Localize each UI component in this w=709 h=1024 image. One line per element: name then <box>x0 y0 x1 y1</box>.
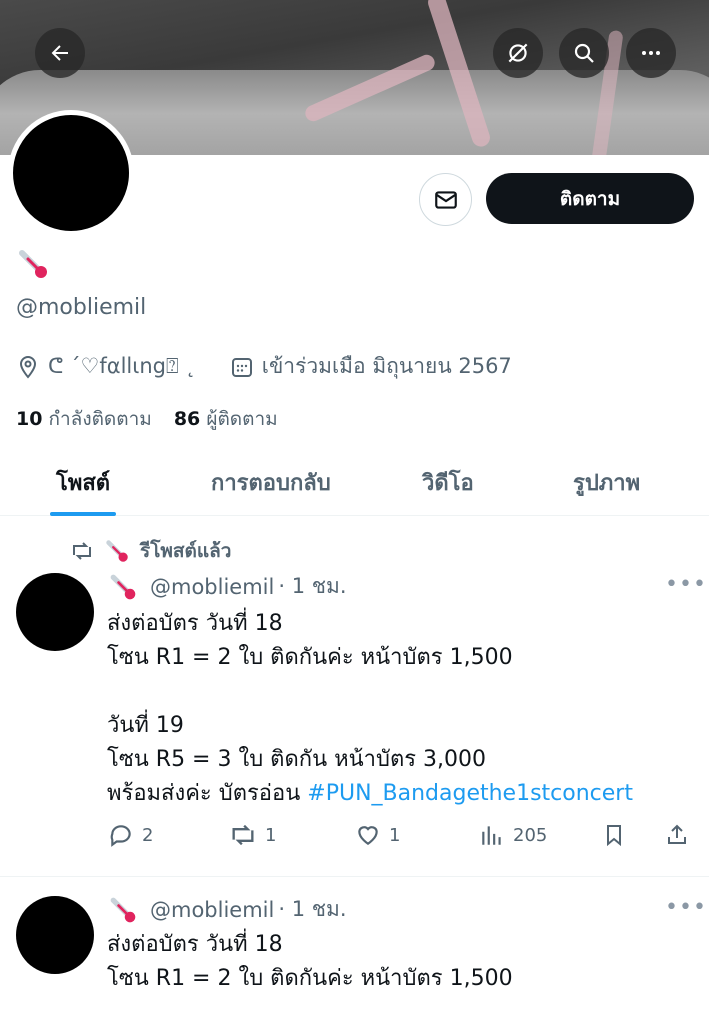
profile-tabs: โพสต์ การตอบกลับ วิดีโอ รูปภาพ <box>0 448 709 516</box>
post-text: ส่งต่อบัตร วันที่ 18 โซน R1 = 2 ใบ ติดกั… <box>107 607 633 811</box>
post-handle[interactable]: @mobliemil <box>150 898 274 922</box>
calendar-icon <box>231 357 252 377</box>
repost-count: 1 <box>265 824 277 846</box>
thermometer-icon <box>19 250 47 278</box>
tab-posts[interactable]: โพสต์ <box>50 448 117 516</box>
tab-label: การตอบกลับ <box>211 470 331 496</box>
thermometer-icon <box>106 540 128 562</box>
post-more-button[interactable]: ••• <box>665 572 707 597</box>
follow-counts: 10 กำลังติดตาม 86 ผู้ติดตาม <box>16 404 278 434</box>
view-count: 205 <box>513 824 548 846</box>
post-handle[interactable]: @mobliemil <box>150 575 274 599</box>
following-count: 10 <box>16 408 43 430</box>
share-icon <box>668 824 686 844</box>
reply-icon <box>110 825 131 847</box>
more-options-button[interactable] <box>626 28 676 78</box>
profile-avatar[interactable] <box>8 110 134 236</box>
post-text-content: ส่งต่อบัตร วันที่ 18 โซน R1 = 2 ใบ ติดกั… <box>107 611 513 806</box>
followers-link[interactable]: 86 ผู้ติดตาม <box>174 404 278 434</box>
repost-icon <box>232 824 254 846</box>
post-text-content: ส่งต่อบัตร วันที่ 18 โซน R1 = 2 ใบ ติดกั… <box>107 932 513 991</box>
tab-replies[interactable]: การตอบกลับ <box>211 448 331 516</box>
joined-date: เข้าร่วมเมือ มิถุนายน 2567 <box>261 354 512 378</box>
follow-button[interactable]: ติดตาม <box>486 173 694 224</box>
followers-count: 86 <box>173 408 201 430</box>
followers-label: ผู้ติดตาม <box>206 408 278 430</box>
active-tab-indicator <box>50 512 117 516</box>
post-text: ส่งต่อบัตร วันที่ 18 โซน R1 = 2 ใบ ติดกั… <box>107 928 513 996</box>
post-header: @mobliemil · 1 ชม. <box>108 570 347 603</box>
post-time: · 1 ชม. <box>278 897 347 921</box>
like-count: 1 <box>389 824 401 846</box>
hashtag-link[interactable]: #PUN_Bandagethe1stconcert <box>307 781 633 806</box>
message-button[interactable] <box>419 173 472 226</box>
post-divider <box>0 876 709 877</box>
bar-chart-icon <box>482 826 501 845</box>
post-header: @mobliemil · 1 ชม. <box>108 893 347 926</box>
tab-label: โพสต์ <box>56 470 111 496</box>
search-button[interactable] <box>559 28 609 78</box>
grok-button[interactable] <box>493 28 543 78</box>
location-text: ᕦ ˊ♡fαllιng⍰ ˛ <box>48 354 196 378</box>
thermometer-icon <box>110 897 136 922</box>
post-actions: 2 1 1 205 <box>0 822 709 856</box>
search-icon <box>574 43 594 63</box>
reply-count: 2 <box>142 824 154 846</box>
profile-meta: ᕦ ˊ♡fαllιng⍰ ˛ เข้าร่วมเมือ มิถุนายน 256… <box>16 350 512 383</box>
repost-button[interactable]: 1 <box>229 822 276 848</box>
post-avatar[interactable] <box>16 573 94 651</box>
grok-icon <box>508 43 528 63</box>
heart-icon <box>358 826 378 845</box>
tab-label: วิดีโอ <box>422 470 474 496</box>
reply-button[interactable]: 2 <box>108 822 153 848</box>
repost-label: รีโพสต์แล้ว <box>140 540 232 562</box>
profile-handle: @mobliemil <box>16 295 147 320</box>
following-link[interactable]: 10 กำลังติดตาม <box>16 404 152 434</box>
share-button[interactable] <box>665 822 689 848</box>
post-more-button[interactable]: ••• <box>665 895 707 920</box>
tab-videos[interactable]: วิดีโอ <box>422 448 474 516</box>
tab-media[interactable]: รูปภาพ <box>573 448 640 516</box>
views-button[interactable]: 205 <box>479 822 547 848</box>
location-pin-icon <box>19 355 37 379</box>
bookmark-icon <box>607 825 621 847</box>
tab-label: รูปภาพ <box>573 470 641 496</box>
post-avatar[interactable] <box>16 896 94 974</box>
repost-indicator[interactable]: รีโพสต์แล้ว <box>70 536 231 566</box>
like-button[interactable]: 1 <box>355 822 400 848</box>
arrow-left-icon <box>51 45 68 61</box>
post-time: · 1 ชม. <box>278 574 347 598</box>
envelope-icon <box>434 190 457 209</box>
bookmark-button[interactable] <box>602 822 626 848</box>
back-button[interactable] <box>35 28 85 78</box>
following-label: กำลังติดตาม <box>48 408 152 430</box>
repost-icon <box>73 542 91 560</box>
more-horizontal-icon <box>642 51 660 55</box>
thermometer-icon <box>110 574 136 599</box>
display-name <box>16 247 50 285</box>
